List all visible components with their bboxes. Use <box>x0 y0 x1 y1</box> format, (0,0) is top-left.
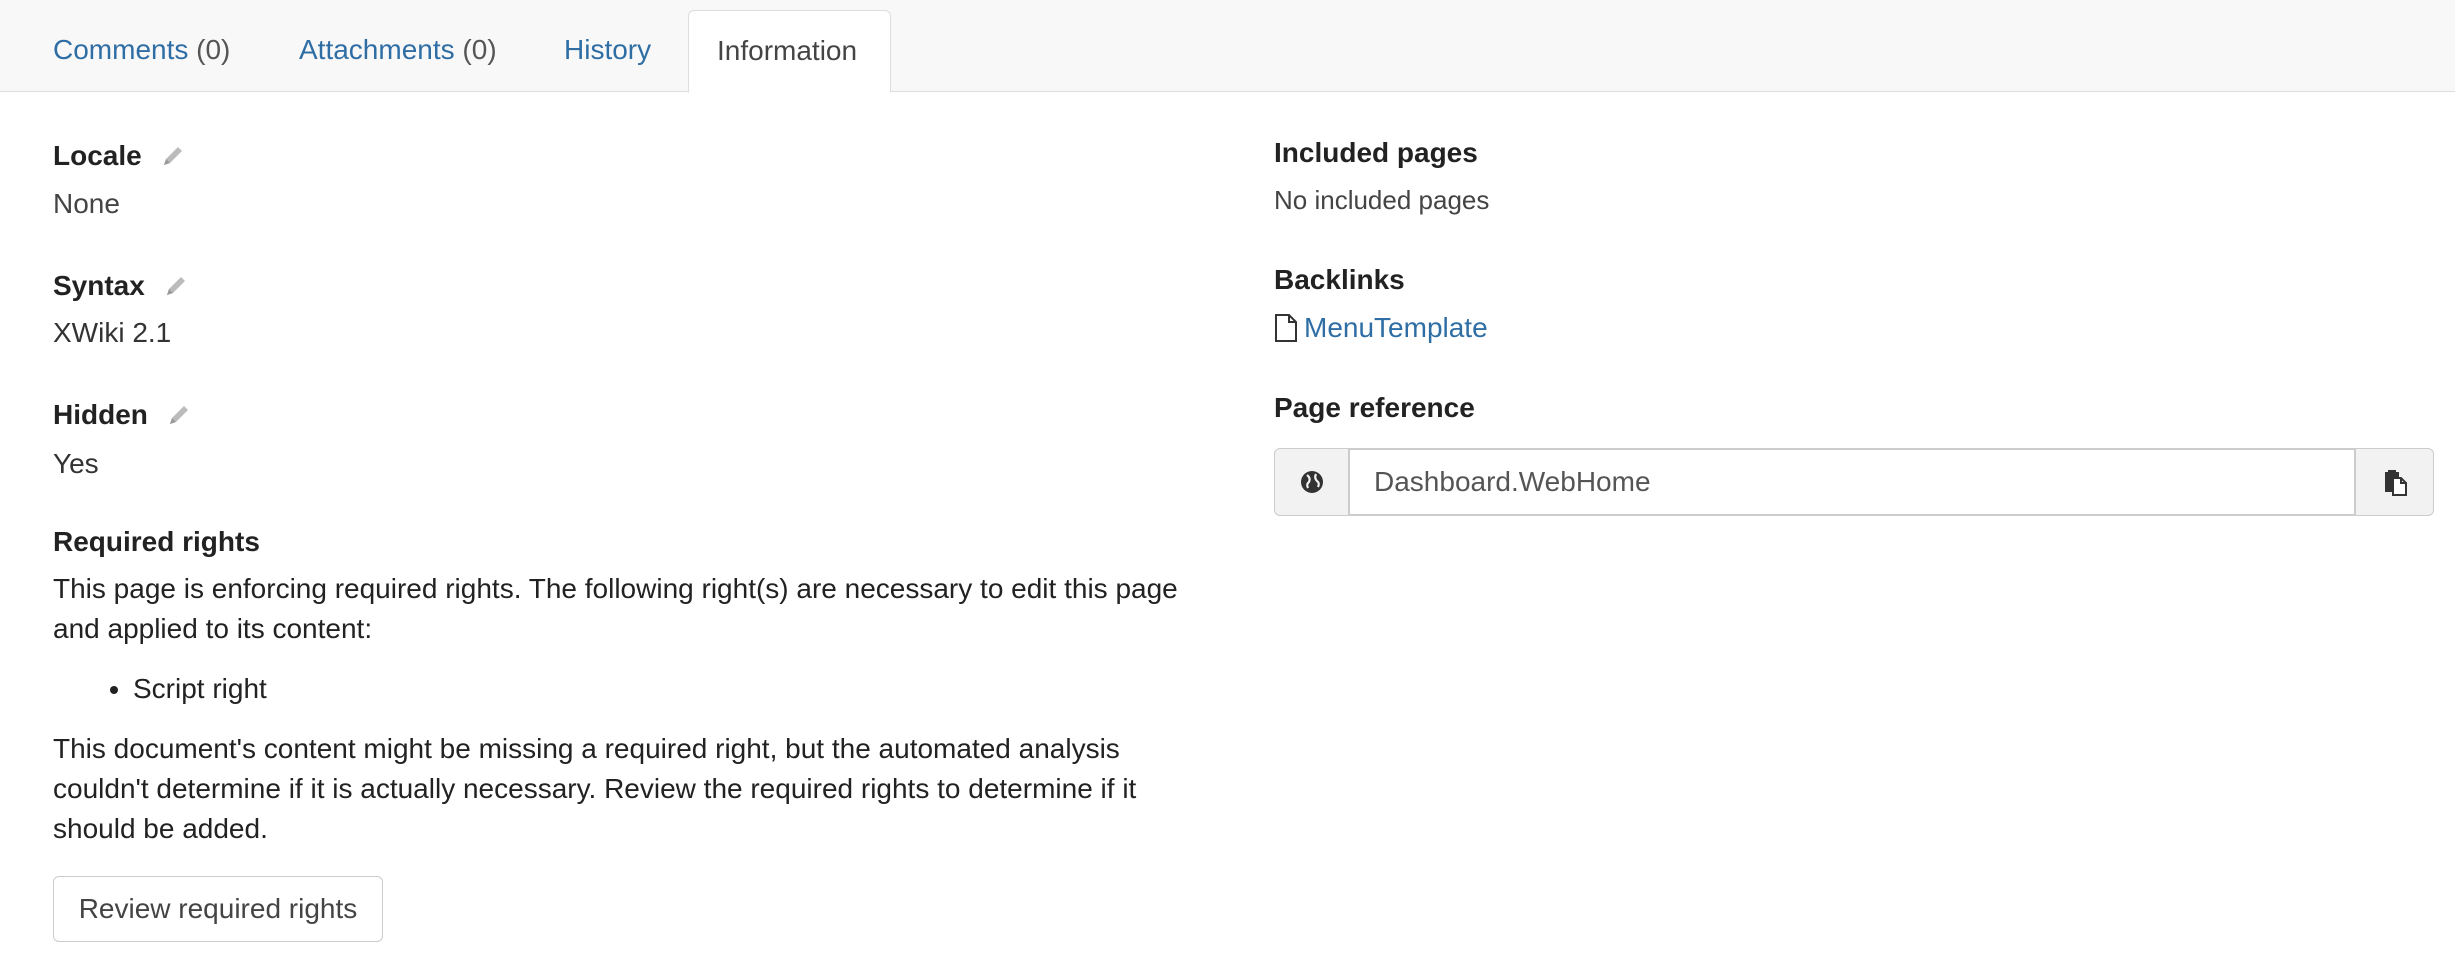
pencil-icon[interactable] <box>160 143 186 169</box>
hidden-value: Yes <box>53 448 99 479</box>
globe-icon <box>1274 448 1348 516</box>
review-required-rights-button[interactable]: Review required rights <box>53 876 383 942</box>
tab-attachments-count: (0) <box>462 34 497 65</box>
syntax-value: XWiki 2.1 <box>53 317 172 348</box>
backlink-item: MenuTemplate <box>1274 312 1488 344</box>
page-reference-group <box>1274 448 2434 516</box>
hidden-heading: Hidden <box>53 399 192 431</box>
tab-attachments-label: Attachments <box>299 34 455 65</box>
required-rights-heading: Required rights <box>53 526 260 557</box>
syntax-heading: Syntax <box>53 270 189 302</box>
tab-comments[interactable]: Comments (0) <box>25 10 258 92</box>
tab-information[interactable]: Information <box>688 10 891 93</box>
missing-right-warning: This document's content might be missing… <box>53 733 1137 844</box>
tab-comments-count: (0) <box>196 34 231 65</box>
backlink-menutemplate-link[interactable]: MenuTemplate <box>1304 312 1488 344</box>
pencil-icon[interactable] <box>163 273 189 299</box>
locale-value: None <box>53 188 120 219</box>
included-pages-heading: Included pages <box>1274 137 1478 168</box>
list-item: Script right <box>133 669 267 709</box>
tab-history[interactable]: History <box>536 10 679 92</box>
hidden-label: Hidden <box>53 399 148 430</box>
included-pages-value: No included pages <box>1274 185 1490 215</box>
locale-label: Locale <box>53 140 142 171</box>
syntax-label: Syntax <box>53 270 145 301</box>
locale-heading: Locale <box>53 140 186 172</box>
required-rights-text: This page is enforcing required rights. … <box>53 573 1178 644</box>
tab-information-label: Information <box>717 35 858 66</box>
page-reference-heading: Page reference <box>1274 392 1475 423</box>
clipboard-icon[interactable] <box>2356 448 2434 516</box>
tab-bar: Comments (0) Attachments (0) History Inf… <box>0 0 2455 93</box>
tab-comments-label: Comments <box>53 34 189 65</box>
page-reference-input[interactable] <box>1348 448 2356 516</box>
tab-history-label: History <box>564 34 652 65</box>
backlinks-heading: Backlinks <box>1274 264 1405 295</box>
tab-attachments[interactable]: Attachments (0) <box>271 10 525 92</box>
required-rights-list: Script right <box>53 669 267 709</box>
file-icon <box>1274 313 1300 343</box>
pencil-icon[interactable] <box>166 402 192 428</box>
